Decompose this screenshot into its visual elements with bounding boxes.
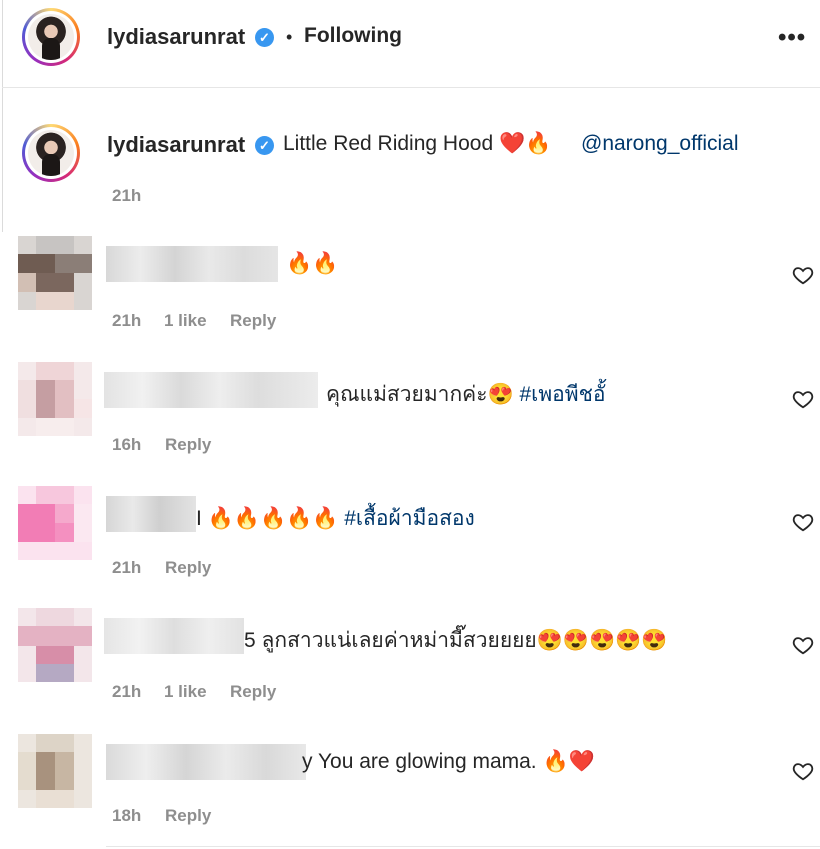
separator-dot: • (286, 27, 293, 47)
verified-badge-icon: ✓ (255, 28, 274, 47)
blurred-username (106, 744, 306, 780)
caption-text: Little Red Riding Hood ❤️🔥 (283, 132, 552, 155)
profile-avatar[interactable] (22, 8, 80, 66)
reply-button[interactable]: Reply (230, 682, 276, 702)
commenter-avatar[interactable] (18, 236, 92, 310)
comment-text: 🔥🔥 (286, 252, 339, 275)
more-options-icon[interactable]: ••• (778, 24, 806, 52)
blurred-username (104, 618, 244, 654)
header-username[interactable]: lydiasarunrat (107, 24, 245, 50)
caption-timestamp[interactable]: 21h (112, 186, 141, 206)
like-heart-icon[interactable] (792, 634, 814, 656)
like-heart-icon[interactable] (792, 388, 814, 410)
reply-button[interactable]: Reply (230, 311, 276, 331)
blurred-username (104, 372, 318, 408)
blurred-username (106, 246, 278, 282)
comment-hashtag-link[interactable]: #เพอพีชอั้ (519, 383, 605, 406)
like-heart-icon[interactable] (792, 511, 814, 533)
like-heart-icon[interactable] (792, 760, 814, 782)
commenter-avatar[interactable] (18, 362, 92, 436)
header-divider (2, 87, 820, 88)
comment-text: คุณแม่สวยมากค่ะ😍 #เพอพีชอั้ (326, 383, 606, 406)
reply-button[interactable]: Reply (165, 435, 211, 455)
comment-timestamp[interactable]: 16h (112, 435, 141, 455)
reply-button[interactable]: Reply (165, 558, 211, 578)
verified-badge-icon: ✓ (255, 136, 274, 155)
comment-text: I 🔥🔥🔥🔥🔥 #เสื้อผ้ามือสอง (196, 507, 475, 530)
comment-timestamp[interactable]: 21h (112, 682, 141, 702)
comment-text: 5 ลูกสาวแน่เลยค่าหม่ามี๊สวยยยย😍😍😍😍😍 (244, 629, 668, 652)
comment-likes[interactable]: 1 like (164, 682, 207, 702)
comment-timestamp[interactable]: 21h (112, 558, 141, 578)
caption-avatar[interactable] (22, 124, 80, 182)
post-header: lydiasarunrat ✓ • Following ••• (0, 0, 820, 86)
commenter-avatar[interactable] (18, 608, 92, 682)
caption-mention-link[interactable]: @narong_official (581, 132, 739, 156)
comment-text: y You are glowing mama. 🔥❤️ (302, 750, 595, 773)
comment-likes[interactable]: 1 like (164, 311, 207, 331)
blurred-username (106, 496, 196, 532)
like-heart-icon[interactable] (792, 264, 814, 286)
caption-username[interactable]: lydiasarunrat (107, 132, 245, 158)
bottom-divider (106, 846, 820, 847)
comment-hashtag-link[interactable]: #เสื้อผ้ามือสอง (344, 507, 475, 530)
following-button[interactable]: Following (304, 24, 402, 48)
commenter-avatar[interactable] (18, 486, 92, 560)
comment-timestamp[interactable]: 21h (112, 311, 141, 331)
comment-timestamp[interactable]: 18h (112, 806, 141, 826)
reply-button[interactable]: Reply (165, 806, 211, 826)
commenter-avatar[interactable] (18, 734, 92, 808)
